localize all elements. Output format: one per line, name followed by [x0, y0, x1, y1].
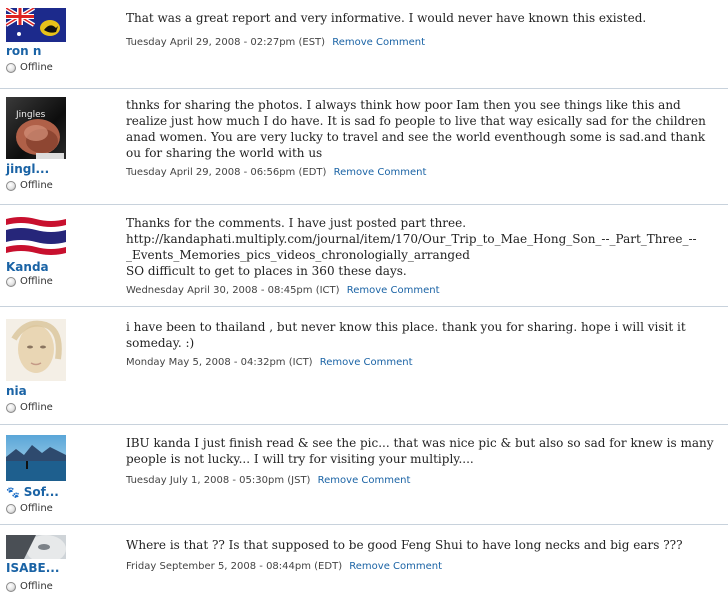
status-label: Offline — [20, 581, 53, 592]
timestamp: Tuesday July 1, 2008 - 05:30pm (JST) — [126, 475, 311, 486]
remove-comment-link[interactable]: Remove Comment — [349, 561, 442, 572]
comment: nia Offline i have been to thailand , bu… — [0, 306, 728, 425]
comment: ron n Offline That was a great report an… — [0, 0, 728, 88]
remove-comment-link[interactable]: Remove Comment — [347, 285, 440, 296]
comment-meta: Friday September 5, 2008 - 08:44pm (EDT)… — [126, 561, 442, 572]
status-indicator: Offline — [6, 276, 53, 287]
avatar-jingles[interactable]: Jingles — [6, 97, 66, 159]
comment-text: Thanks for the comments. I have just pos… — [126, 215, 722, 279]
timestamp: Tuesday April 29, 2008 - 06:56pm (EDT) — [126, 167, 327, 178]
timestamp: Tuesday April 29, 2008 - 02:27pm (EST) — [126, 37, 326, 48]
offline-status-icon — [6, 402, 16, 413]
status-label: Offline — [20, 402, 53, 413]
comment-meta: Tuesday July 1, 2008 - 05:30pm (JST) Rem… — [126, 475, 410, 486]
remove-comment-link[interactable]: Remove Comment — [334, 167, 427, 178]
status-label: Offline — [20, 276, 53, 287]
offline-status-icon — [6, 276, 16, 287]
comment-text: Where is that ?? Is that supposed to be … — [126, 538, 683, 552]
username[interactable]: Kanda — [6, 260, 49, 274]
offline-status-icon — [6, 581, 16, 592]
timestamp: Monday May 5, 2008 - 04:32pm (ICT) — [126, 357, 313, 368]
avatar-flag-thailand[interactable] — [6, 215, 66, 257]
comment: Kanda Offline Thanks for the comments. I… — [0, 204, 728, 307]
status-indicator: Offline — [6, 503, 53, 514]
comment-text: i have been to thailand , but never know… — [126, 320, 686, 350]
status-indicator: Offline — [6, 180, 53, 191]
comment: ISABE... Offline Where is that ?? Is tha… — [0, 524, 728, 595]
username[interactable]: jingl... — [6, 162, 49, 176]
status-label: Offline — [20, 503, 53, 514]
timestamp: Wednesday April 30, 2008 - 08:45pm (ICT) — [126, 285, 340, 296]
username-label: Sof... — [23, 485, 59, 499]
paw-icon: 🐾 — [6, 485, 20, 499]
offline-status-icon — [6, 180, 16, 191]
username[interactable]: ISABE... — [6, 561, 59, 575]
comment: 🐾 Sof... Offline IBU kanda I just finish… — [0, 424, 728, 525]
comment-meta: Tuesday April 29, 2008 - 02:27pm (EST) R… — [126, 37, 425, 48]
offline-status-icon — [6, 62, 16, 73]
comment: Jingles jingl... Offline thnks for shari… — [0, 88, 728, 205]
status-indicator: Offline — [6, 62, 53, 73]
comment-meta: Monday May 5, 2008 - 04:32pm (ICT) Remov… — [126, 357, 413, 368]
avatar-sofie[interactable] — [6, 435, 66, 481]
username[interactable]: nia — [6, 384, 27, 398]
username[interactable]: 🐾 Sof... — [6, 485, 59, 499]
remove-comment-link[interactable]: Remove Comment — [320, 357, 413, 368]
status-indicator: Offline — [6, 402, 53, 413]
comment-text: IBU kanda I just finish read & see the p… — [126, 436, 714, 466]
comment-link-url: http://kandaphati.multiply.com/journal/i… — [126, 232, 697, 246]
offline-status-icon — [6, 503, 16, 514]
remove-comment-link[interactable]: Remove Comment — [332, 37, 425, 48]
comment-text: thnks for sharing the photos. I always t… — [126, 98, 706, 160]
avatar-nia[interactable] — [6, 319, 66, 381]
timestamp: Friday September 5, 2008 - 08:44pm (EDT) — [126, 561, 343, 572]
username[interactable]: ron n — [6, 44, 41, 58]
avatar-caption: Jingles — [15, 110, 46, 120]
comment-line: SO difficult to get to places in 360 the… — [126, 264, 407, 278]
comment-link-url: _Events_Memories_pics_videos_chronologia… — [126, 248, 470, 262]
comment-text: That was a great report and very informa… — [126, 11, 647, 25]
avatar-isabel[interactable] — [6, 535, 66, 559]
avatar-flag-australia[interactable] — [6, 8, 66, 42]
remove-comment-link[interactable]: Remove Comment — [318, 475, 411, 486]
comment-meta: Tuesday April 29, 2008 - 06:56pm (EDT) R… — [126, 167, 426, 178]
comment-line: Thanks for the comments. I have just pos… — [126, 216, 467, 230]
status-indicator: Offline — [6, 581, 53, 592]
status-label: Offline — [20, 62, 53, 73]
comment-meta: Wednesday April 30, 2008 - 08:45pm (ICT)… — [126, 285, 440, 296]
status-label: Offline — [20, 180, 53, 191]
